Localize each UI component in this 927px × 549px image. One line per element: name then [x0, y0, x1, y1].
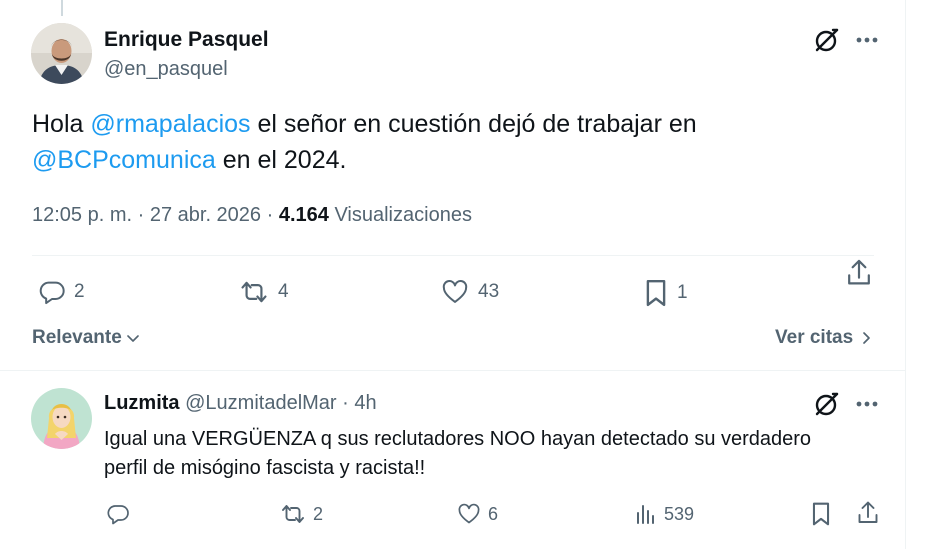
reply-more-icon[interactable]: [852, 389, 882, 419]
post-meta: 12:05 p. m. · 27 abr. 2026 · 4.164 Visua…: [32, 204, 472, 227]
reply-text: Igual una VERGÜENZA q sus reclutadores N…: [104, 428, 812, 479]
reply-avatar[interactable]: [31, 388, 92, 449]
like-count: 43: [478, 281, 500, 302]
post-text-start: Hola: [32, 110, 91, 138]
reply-icon: [39, 281, 65, 305]
divider-top: [32, 255, 874, 256]
bookmark-button[interactable]: 1: [643, 278, 688, 308]
chevron-down-icon: [126, 335, 139, 342]
repost-icon: [241, 281, 267, 303]
author-avatar[interactable]: [31, 23, 92, 84]
like-icon: [458, 503, 480, 524]
post-text: Hola @rmapalacios el señor en cuestión d…: [32, 106, 872, 178]
reply-handle-time[interactable]: @LuzmitadelMar · 4h: [180, 392, 377, 414]
share-icon: [858, 501, 878, 523]
reply-header: Luzmita @LuzmitadelMar · 4h: [104, 392, 377, 415]
author-handle[interactable]: @en_pasquel: [104, 58, 228, 81]
post-text-end: en el 2024.: [215, 146, 347, 174]
views-label: Visualizaciones: [328, 204, 472, 226]
bookmark-icon: [812, 502, 830, 526]
reply-icon: [107, 505, 129, 525]
reply-like-count: 6: [488, 503, 499, 524]
bookmark-icon: [646, 279, 666, 307]
reply-bookmark-button[interactable]: [810, 501, 832, 527]
reply-like-button[interactable]: 6: [456, 502, 498, 526]
post-timestamp[interactable]: 12:05 p. m. · 27 abr. 2026 ·: [32, 204, 279, 226]
author-name[interactable]: Enrique Pasquel: [104, 28, 269, 52]
like-icon: [442, 280, 468, 303]
repost-button[interactable]: 4: [238, 278, 289, 306]
more-icon[interactable]: [852, 25, 882, 55]
reply-reply-button[interactable]: [106, 502, 130, 526]
view-quotes-link[interactable]: Ver citas: [775, 327, 873, 349]
thread-line: [61, 0, 63, 16]
like-button[interactable]: 43: [440, 278, 499, 306]
bookmark-count: 1: [677, 282, 688, 303]
sort-label: Relevante: [32, 327, 122, 348]
reply-author-name[interactable]: Luzmita: [104, 392, 180, 414]
sort-dropdown[interactable]: Relevante: [32, 327, 141, 349]
reply-views-count: 539: [664, 503, 695, 524]
reply-repost-button[interactable]: 2: [279, 502, 323, 526]
mention-bcpcomunica[interactable]: @BCPcomunica: [32, 146, 216, 174]
post-text-middle: el señor en cuestión dejó de trabajar en: [250, 110, 697, 138]
divider-thread: [0, 370, 905, 371]
repost-icon: [282, 505, 304, 523]
reply-count: 2: [74, 281, 85, 302]
chevron-right-icon: [863, 332, 871, 344]
grok-icon[interactable]: [812, 25, 842, 55]
share-icon: [848, 259, 870, 285]
reply-share-button[interactable]: [856, 500, 880, 526]
reply-grok-icon[interactable]: [812, 389, 842, 419]
reply-button[interactable]: 2: [38, 278, 85, 306]
views-count: 4.164: [278, 204, 329, 226]
reply-repost-count: 2: [313, 503, 324, 524]
mention-rmapalacios[interactable]: @rmapalacios: [90, 110, 250, 138]
view-quotes-label: Ver citas: [775, 327, 854, 348]
share-button[interactable]: [845, 258, 873, 288]
views-icon: [637, 505, 654, 524]
repost-count: 4: [278, 281, 289, 302]
reply-views-button[interactable]: 539: [634, 502, 694, 526]
